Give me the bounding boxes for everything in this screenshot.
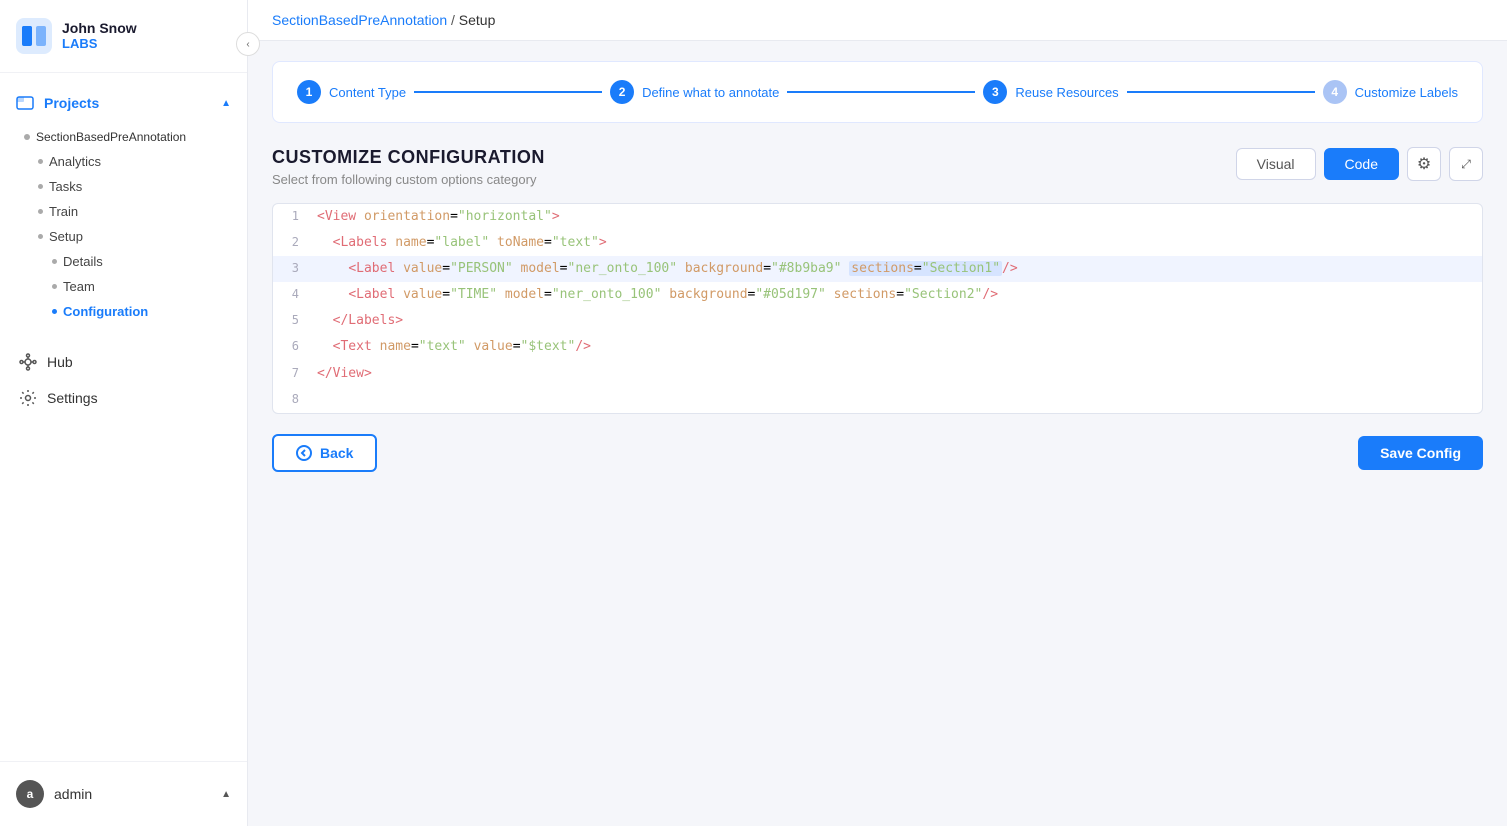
user-row[interactable]: a admin ▲ [0, 770, 247, 818]
content-area: 1 Content Type 2 Define what to annotate… [248, 41, 1507, 826]
step-4-num: 4 [1323, 80, 1347, 104]
sidebar-nav: Projects ▲ SectionBasedPreAnnotation Ana… [0, 73, 247, 761]
details-label: Details [63, 254, 103, 269]
sidebar-item-details[interactable]: Details [44, 249, 247, 274]
step-3-label: Reuse Resources [1015, 85, 1118, 100]
settings-icon [19, 389, 37, 407]
sidebar-bottom: a admin ▲ [0, 761, 247, 826]
logo: John Snow LABS [0, 0, 247, 73]
sidebar-item-setup[interactable]: Setup [30, 224, 247, 249]
configuration-label: Configuration [63, 304, 148, 319]
settings-config-button[interactable]: ⚙ [1407, 147, 1441, 181]
back-label: Back [320, 445, 353, 461]
visual-button[interactable]: Visual [1236, 148, 1316, 180]
code-line-1: 1 <View orientation="horizontal"> [273, 204, 1482, 230]
sidebar-item-projects[interactable]: Projects ▲ [0, 85, 247, 121]
step-3-num: 3 [983, 80, 1007, 104]
sidebar-item-analytics[interactable]: Analytics [30, 149, 247, 174]
code-line-8: 8 [273, 387, 1482, 413]
breadcrumb-sep: / [451, 12, 455, 28]
breadcrumb: SectionBasedPreAnnotation / Setup [248, 0, 1507, 41]
logo-icon [16, 18, 52, 54]
step-2-label: Define what to annotate [642, 85, 779, 100]
logo-line2: LABS [62, 37, 137, 51]
step-1-num: 1 [297, 80, 321, 104]
collapse-sidebar-button[interactable]: ‹ [236, 32, 260, 56]
main-content: SectionBasedPreAnnotation / Setup 1 Cont… [248, 0, 1507, 826]
tasks-label: Tasks [49, 179, 82, 194]
setup-label: Setup [49, 229, 83, 244]
sidebar-item-settings[interactable]: Settings [0, 380, 247, 416]
code-line-5: 5 </Labels> [273, 308, 1482, 334]
avatar: a [16, 780, 44, 808]
step-connector-1 [414, 91, 602, 93]
breadcrumb-project[interactable]: SectionBasedPreAnnotation [272, 12, 447, 28]
expand-button[interactable]: ⤢ [1449, 147, 1483, 181]
step-4-label: Customize Labels [1355, 85, 1458, 100]
logo-line1: John Snow [62, 21, 137, 36]
train-label: Train [49, 204, 78, 219]
sidebar-item-tasks[interactable]: Tasks [30, 174, 247, 199]
project-name: SectionBasedPreAnnotation [36, 130, 186, 144]
setup-children: Details Team Configuration [30, 249, 247, 324]
sidebar-item-team[interactable]: Team [44, 274, 247, 299]
code-editor[interactable]: 1 <View orientation="horizontal"> 2 <Lab… [272, 203, 1483, 414]
code-button[interactable]: Code [1324, 148, 1399, 180]
bottom-actions: Back Save Config [272, 434, 1483, 480]
breadcrumb-current: Setup [459, 12, 496, 28]
sidebar-item-configuration[interactable]: Configuration [44, 299, 247, 324]
code-line-2: 2 <Labels name="label" toName="text"> [273, 230, 1482, 256]
back-button[interactable]: Back [272, 434, 377, 472]
team-label: Team [63, 279, 95, 294]
code-line-6: 6 <Text name="text" value="$text"/> [273, 334, 1482, 360]
step-1-label: Content Type [329, 85, 406, 100]
back-icon [296, 445, 312, 461]
projects-icon [16, 94, 34, 112]
step-2-num: 2 [610, 80, 634, 104]
code-line-4: 4 <Label value="TIME" model="ner_onto_10… [273, 282, 1482, 308]
code-line-7: 7 </View> [273, 361, 1482, 387]
projects-label: Projects [44, 95, 99, 111]
hub-label: Hub [47, 354, 73, 370]
logo-text: John Snow LABS [62, 21, 137, 51]
step-connector-2 [787, 91, 975, 93]
config-subtitle: Select from following custom options cat… [272, 172, 545, 187]
step-2[interactable]: 2 Define what to annotate [610, 80, 779, 104]
user-chevron: ▲ [221, 789, 231, 800]
steps-bar: 1 Content Type 2 Define what to annotate… [272, 61, 1483, 123]
config-title: CUSTOMIZE CONFIGURATION [272, 147, 545, 168]
projects-chevron: ▲ [221, 98, 231, 109]
project-children: Analytics Tasks Train Setup Details [16, 149, 247, 324]
sidebar-item-hub[interactable]: Hub [0, 344, 247, 380]
step-connector-3 [1127, 91, 1315, 93]
analytics-label: Analytics [49, 154, 101, 169]
step-4[interactable]: 4 Customize Labels [1323, 80, 1458, 104]
config-header: CUSTOMIZE CONFIGURATION Select from foll… [272, 147, 1483, 187]
view-toggle: Visual Code ⚙ ⤢ [1236, 147, 1483, 181]
username: admin [54, 786, 92, 802]
sidebar-item-train[interactable]: Train [30, 199, 247, 224]
project-root[interactable]: SectionBasedPreAnnotation [16, 125, 247, 149]
step-1[interactable]: 1 Content Type [297, 80, 406, 104]
hub-icon [19, 353, 37, 371]
project-tree: SectionBasedPreAnnotation Analytics Task… [0, 121, 247, 328]
step-3[interactable]: 3 Reuse Resources [983, 80, 1118, 104]
sidebar: John Snow LABS Projects ▲ SectionBasedPr… [0, 0, 248, 826]
settings-label: Settings [47, 390, 98, 406]
save-config-button[interactable]: Save Config [1358, 436, 1483, 470]
code-line-3: 3 <Label value="PERSON" model="ner_onto_… [273, 256, 1482, 282]
